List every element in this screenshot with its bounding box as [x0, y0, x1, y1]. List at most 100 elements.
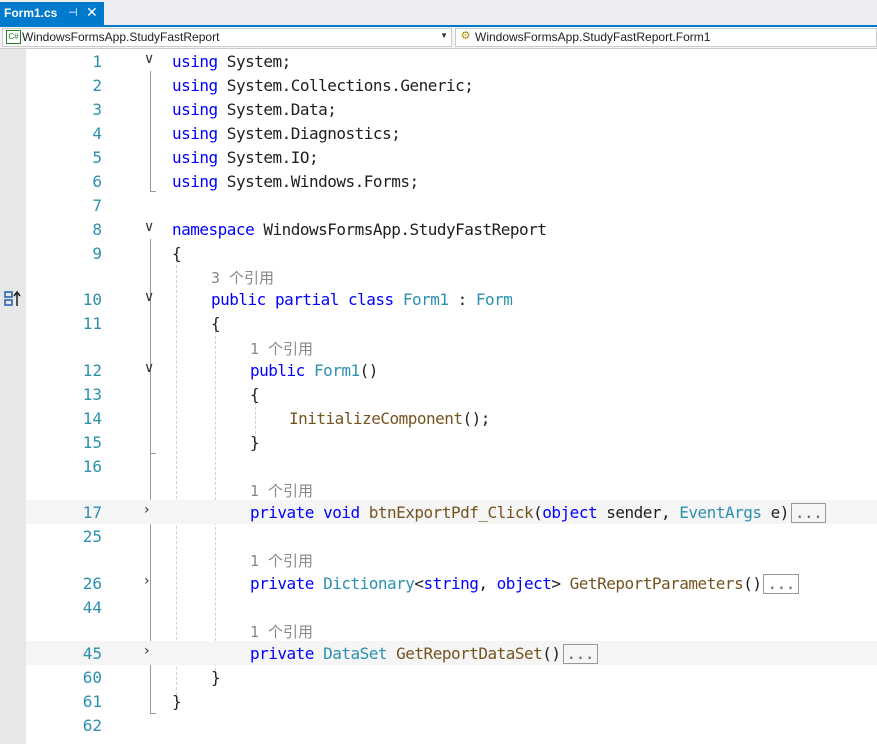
line-number: 13 — [82, 385, 102, 404]
code-text: private DataSet GetReportDataSet()... — [250, 644, 598, 664]
fold-toggle-icon[interactable]: ∨ — [144, 51, 154, 67]
line-number: 8 — [92, 220, 102, 239]
codelens-references[interactable]: 3 个引用 — [211, 267, 274, 288]
close-icon[interactable]: ✕ — [86, 4, 98, 21]
code-text: private void btnExportPdf_Click(object s… — [250, 503, 827, 523]
code-text: using System.IO; — [172, 148, 319, 167]
document-tab-strip: Form1.cs ⊣ ✕ — [0, 0, 877, 26]
project-dropdown[interactable]: C# WindowsFormsApp.StudyFastReport ▼ — [2, 28, 452, 47]
code-line[interactable]: 15 } — [26, 430, 877, 454]
codelens-references[interactable]: 1 个引用 — [250, 338, 313, 359]
navigation-bar: C# WindowsFormsApp.StudyFastReport ▼ ⚙ W… — [0, 27, 877, 49]
line-number: 45 — [82, 644, 102, 663]
codelens-references[interactable]: 1 个引用 — [250, 480, 313, 501]
codelens-row: 3 个引用 — [26, 264, 877, 288]
line-number: 10 — [82, 290, 102, 309]
code-text: { — [211, 314, 221, 333]
line-number: 12 — [82, 361, 102, 380]
pin-icon[interactable]: ⊣ — [68, 6, 78, 19]
collapsed-region-button[interactable]: ... — [790, 503, 827, 523]
expand-toggle-icon[interactable]: › — [144, 643, 150, 659]
code-text: public partial class Form1 : Form — [211, 290, 513, 309]
line-number: 61 — [82, 692, 102, 711]
line-number: 17 — [82, 503, 102, 522]
indicator-margin — [0, 49, 26, 744]
code-line[interactable]: 6 using System.Windows.Forms; — [26, 169, 877, 193]
code-text: } — [211, 668, 221, 687]
csharp-project-icon: C# — [6, 30, 21, 44]
codelens-references[interactable]: 1 个引用 — [250, 621, 313, 642]
codelens-references[interactable]: 1 个引用 — [250, 550, 313, 571]
code-line[interactable]: 3 using System.Data; — [26, 97, 877, 121]
codelens-row: 1 个引用 — [26, 335, 877, 359]
code-line[interactable]: 45 › private DataSet GetReportDataSet().… — [26, 641, 877, 665]
expand-toggle-icon[interactable]: › — [144, 502, 150, 518]
code-line[interactable]: 8 ∨ namespace WindowsFormsApp.StudyFastR… — [26, 217, 877, 241]
fold-toggle-icon[interactable]: ∨ — [144, 219, 154, 235]
code-text: public Form1() — [250, 361, 378, 380]
code-text: using System.Collections.Generic; — [172, 76, 474, 95]
line-number: 5 — [92, 148, 102, 167]
line-number: 9 — [92, 244, 102, 263]
code-line[interactable]: 5 using System.IO; — [26, 145, 877, 169]
code-line[interactable]: 9 { — [26, 241, 877, 265]
line-number: 4 — [92, 124, 102, 143]
code-text: namespace WindowsFormsApp.StudyFastRepor… — [172, 220, 547, 239]
code-text: } — [172, 692, 182, 711]
code-line[interactable]: 14 InitializeComponent(); — [26, 406, 877, 430]
line-number: 16 — [82, 457, 102, 476]
code-line[interactable]: 7 — [26, 193, 877, 217]
tab-title: Form1.cs — [4, 6, 58, 20]
code-line[interactable]: 13 { — [26, 382, 877, 406]
tab-form1-cs[interactable]: Form1.cs ⊣ ✕ — [0, 2, 104, 26]
expand-toggle-icon[interactable]: › — [144, 573, 150, 589]
fold-toggle-icon[interactable]: ∨ — [144, 360, 154, 376]
code-line[interactable]: 4 using System.Diagnostics; — [26, 121, 877, 145]
codelens-row: 1 个引用 — [26, 547, 877, 571]
code-line[interactable]: 10 ∨ public partial class Form1 : Form — [26, 287, 877, 311]
chevron-down-icon[interactable]: ▼ — [440, 31, 448, 40]
line-number: 6 — [92, 172, 102, 191]
code-editor[interactable]: 1 ∨ using System; 2 using System.Collect… — [26, 49, 877, 744]
code-line[interactable]: 62 — [26, 713, 877, 737]
code-text: using System.Data; — [172, 100, 337, 119]
code-text: { — [250, 385, 260, 404]
line-number: 3 — [92, 100, 102, 119]
code-line[interactable]: 60 } — [26, 665, 877, 689]
code-text: { — [172, 244, 182, 263]
line-number: 62 — [82, 716, 102, 735]
code-line[interactable]: 2 using System.Collections.Generic; — [26, 73, 877, 97]
code-line[interactable]: 26 › private Dictionary<string, object> … — [26, 571, 877, 595]
line-number: 2 — [92, 76, 102, 95]
code-line[interactable]: 25 — [26, 524, 877, 548]
class-icon: ⚙ — [460, 30, 471, 42]
go-to-base-icon[interactable] — [4, 290, 22, 308]
line-number: 11 — [82, 314, 102, 333]
line-number: 60 — [82, 668, 102, 687]
line-number: 25 — [82, 527, 102, 546]
member-dropdown-label: WindowsFormsApp.StudyFastReport.Form1 — [475, 30, 711, 44]
collapsed-region-button[interactable]: ... — [562, 644, 598, 664]
line-number: 1 — [92, 52, 102, 71]
project-dropdown-label: WindowsFormsApp.StudyFastReport — [22, 30, 220, 44]
code-text: using System; — [172, 52, 291, 71]
line-number: 15 — [82, 433, 102, 452]
line-number: 44 — [82, 598, 102, 617]
code-line[interactable]: 12 ∨ public Form1() — [26, 358, 877, 382]
code-line[interactable]: 44 — [26, 595, 877, 619]
line-number: 7 — [92, 196, 102, 215]
codelens-row: 1 个引用 — [26, 477, 877, 501]
code-line-current[interactable]: 17 › private void btnExportPdf_Click(obj… — [26, 500, 877, 524]
code-text: private Dictionary<string, object> GetRe… — [250, 574, 799, 594]
codelens-row: 1 个引用 — [26, 618, 877, 642]
line-number: 14 — [82, 409, 102, 428]
code-line[interactable]: 16 — [26, 454, 877, 478]
fold-toggle-icon[interactable]: ∨ — [144, 289, 154, 305]
code-line[interactable]: 61 } — [26, 689, 877, 713]
collapsed-region-button[interactable]: ... — [763, 574, 799, 594]
code-text: InitializeComponent(); — [289, 409, 490, 428]
code-line[interactable]: 11 { — [26, 311, 877, 335]
code-text: using System.Windows.Forms; — [172, 172, 419, 191]
code-line[interactable]: 1 ∨ using System; — [26, 49, 877, 73]
member-dropdown[interactable]: ⚙ WindowsFormsApp.StudyFastReport.Form1 — [455, 28, 877, 47]
